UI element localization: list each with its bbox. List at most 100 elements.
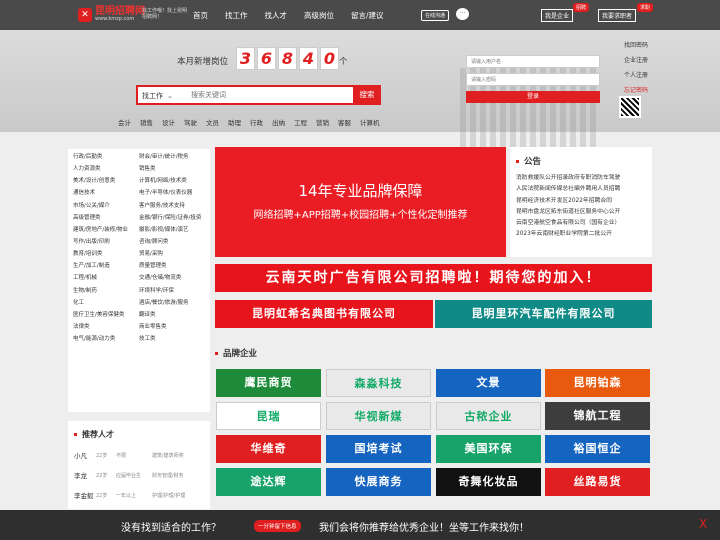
forgot-password-link-2[interactable]: 忘记密码 <box>617 85 655 94</box>
hot-keyword[interactable]: 会计 <box>118 117 131 127</box>
brand-company-tile[interactable]: 森淼科技 <box>326 369 431 397</box>
personal-register-link[interactable]: 个人注册 <box>617 70 655 79</box>
brand-company-tile[interactable]: 奇舞化妆品 <box>436 468 541 496</box>
hot-keyword[interactable]: 营销 <box>316 117 329 127</box>
category-link[interactable]: 市场/公关/媒介 <box>73 202 139 210</box>
brand-company-tile[interactable]: 昆瑞 <box>216 402 321 430</box>
category-link[interactable]: 电气/能源/动力类 <box>73 335 139 343</box>
menu-find-job[interactable]: 找工作 <box>225 10 248 21</box>
category-link[interactable]: 生产/加工/制造 <box>73 262 139 270</box>
brand-company-tile[interactable]: 丝路易货 <box>545 468 650 496</box>
category-link[interactable]: 人力资源类 <box>73 165 139 173</box>
menu-home[interactable]: 首页 <box>193 10 208 21</box>
category-link[interactable]: 摄影/影视/媒体/演艺 <box>139 226 205 234</box>
hot-keyword[interactable]: 客服 <box>338 117 351 127</box>
category-link[interactable]: 电子/半导体/仪表仪器 <box>139 189 205 197</box>
category-link[interactable]: 生物/制药 <box>73 287 139 295</box>
site-logo[interactable]: ✕ 昆明招聘网 www.kmzp.com <box>78 7 145 22</box>
hot-keyword[interactable]: 行政 <box>250 117 263 127</box>
brand-company-tile[interactable]: 古秾企业 <box>436 402 541 430</box>
talent-row[interactable]: 小凡 22岁 不限 建筑/建筑师类 <box>74 450 204 460</box>
brand-company-tile[interactable]: 锦航工程 <box>545 402 650 430</box>
promo-banner[interactable]: 14年专业品牌保障 网络招聘+APP招聘+校园招聘+个性化定制推荐 <box>215 147 506 257</box>
category-link[interactable]: 技工类 <box>139 335 205 343</box>
brand-company-tile[interactable]: 文景 <box>436 369 541 397</box>
category-link[interactable]: 行政/后勤类 <box>73 153 139 161</box>
talent-row[interactable]: 李龙 22岁 应届毕业生 财务管理/财务 <box>74 470 204 480</box>
category-link[interactable]: 写作/出版/印刷 <box>73 238 139 246</box>
category-link[interactable]: 交通/仓储/物流类 <box>139 274 205 282</box>
brand-company-tile[interactable]: 鹰民商贸 <box>216 369 321 397</box>
notice-item[interactable]: 云南空港航空食品有限公司（国有企业） <box>516 218 646 229</box>
brand-company-tile[interactable]: 快展商务 <box>326 468 431 496</box>
notice-item[interactable]: 消防救援队公开招录政府专职消防车驾驶 <box>516 173 646 184</box>
brand-company-tile[interactable]: 华视新媒 <box>326 402 431 430</box>
brand-company-tile[interactable]: 国培考试 <box>326 435 431 463</box>
category-link[interactable]: 计算机/网络/技术类 <box>139 177 205 185</box>
search-button[interactable]: 搜索 <box>353 85 381 105</box>
category-link[interactable]: 建筑/房地产/装修/物业 <box>73 226 139 234</box>
category-link[interactable]: 工程/机械 <box>73 274 139 282</box>
category-link[interactable]: 医疗卫生/美容保健类 <box>73 311 139 319</box>
company-login-button[interactable]: 我是企业 <box>541 9 574 22</box>
brand-company-tile[interactable]: 裕国恒企 <box>545 435 650 463</box>
talent-name: 李金毅 <box>74 492 94 500</box>
hot-keyword[interactable]: 销售 <box>140 117 153 127</box>
forgot-password-link[interactable]: 找回密码 <box>617 40 655 49</box>
notice-item[interactable]: 人民法院新闻传媒总社编外聘用人员招聘 <box>516 184 646 195</box>
hot-keyword[interactable]: 设计 <box>162 117 175 127</box>
chat-icon[interactable]: ··· <box>456 8 469 20</box>
category-link[interactable]: 金融/银行/保险/证券/投资 <box>139 214 205 222</box>
menu-feedback[interactable]: 留言/建议 <box>351 10 384 21</box>
username-field[interactable] <box>466 55 600 68</box>
category-link[interactable]: 质量管理类 <box>139 262 205 270</box>
category-link[interactable]: 法律类 <box>73 323 139 331</box>
search-type-select[interactable]: 找工作 ⌄ <box>142 91 173 101</box>
category-link[interactable]: 环境科学/环保 <box>139 287 205 295</box>
category-link[interactable]: 化工 <box>73 299 139 307</box>
search-input[interactable] <box>187 87 353 103</box>
company-register-link[interactable]: 企业注册 <box>617 55 655 64</box>
ad-banner-left[interactable]: 昆明虹希名典图书有限公司 <box>215 300 433 328</box>
category-link[interactable]: 贸易/采购 <box>139 250 205 258</box>
talent-job: 建筑/建筑师类 <box>152 452 184 459</box>
menu-senior-jobs[interactable]: 高级岗位 <box>304 10 334 21</box>
category-link[interactable]: 通信技术 <box>73 189 139 197</box>
login-button[interactable]: 登录 <box>466 91 600 103</box>
hot-keyword[interactable]: 驾驶 <box>184 117 197 127</box>
ad-banner-wide[interactable]: 云南天时广告有限公司招聘啦！期待您的加入！ <box>215 264 652 292</box>
category-link[interactable]: 酒店/餐饮/旅游/服务 <box>139 299 205 307</box>
hot-keyword[interactable]: 计算机 <box>360 117 380 127</box>
category-link[interactable]: 销售类 <box>139 165 205 173</box>
brand-company-tile[interactable]: 昆明铂森 <box>545 369 650 397</box>
brand-company-tile[interactable]: 途达辉 <box>216 468 321 496</box>
category-link[interactable]: 教育/培训类 <box>73 250 139 258</box>
category-link[interactable]: 高级管理类 <box>73 214 139 222</box>
category-link[interactable]: 商业零售类 <box>139 323 205 331</box>
jobseeker-login-button[interactable]: 我要求职者 <box>598 9 637 22</box>
ad-banner-right[interactable]: 昆明里环汽车配件有限公司 <box>435 300 652 328</box>
talent-edu: 应届毕业生 <box>116 472 142 479</box>
category-link[interactable]: 翻译类 <box>139 311 205 319</box>
category-link[interactable]: 财会/审计/统计/税务 <box>139 153 205 161</box>
brand-company-tile[interactable]: 华维奇 <box>216 435 321 463</box>
talent-age: 22岁 <box>96 472 108 479</box>
close-icon[interactable]: X <box>699 517 707 531</box>
menu-find-talent[interactable]: 找人才 <box>265 10 288 21</box>
hot-keyword[interactable]: 文员 <box>206 117 219 127</box>
notice-item[interactable]: 2023年云南财经职业学院第二批公开 <box>516 229 646 240</box>
hot-keyword[interactable]: 出纳 <box>272 117 285 127</box>
talent-row[interactable]: 李金毅 22岁 一年以上 护理/护理/护理 <box>74 490 204 500</box>
category-link[interactable]: 美术/设计/创意类 <box>73 177 139 185</box>
leave-info-button[interactable]: 一分钟留下信息 <box>254 520 301 532</box>
hot-keyword[interactable]: 工程 <box>294 117 307 127</box>
category-link[interactable]: 咨询/顾问类 <box>139 238 205 246</box>
hot-keyword[interactable]: 助理 <box>228 117 241 127</box>
online-chat-button[interactable]: 在线沟通 <box>421 10 450 21</box>
talent-job: 财务管理/财务 <box>152 472 184 479</box>
notice-item[interactable]: 昆明市盘龙区拓东街道社区服务中心公开 <box>516 207 646 218</box>
notice-item[interactable]: 昆明经济技术开发区2022年招聘合同 <box>516 196 646 207</box>
brand-company-tile[interactable]: 美国环保 <box>436 435 541 463</box>
password-field[interactable] <box>466 73 600 86</box>
category-link[interactable]: 客户服务/技术支持 <box>139 202 205 210</box>
